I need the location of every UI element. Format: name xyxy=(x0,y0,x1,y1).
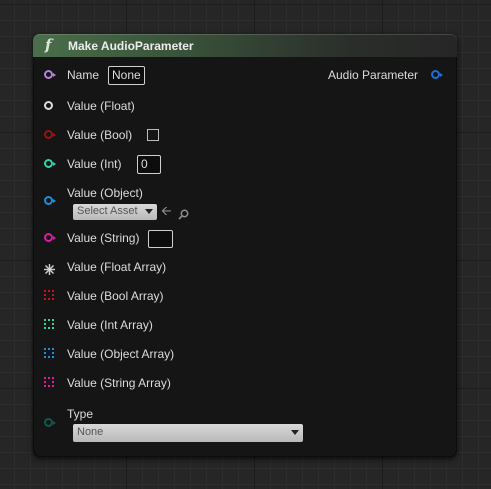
value-int-field[interactable]: 0 xyxy=(137,155,161,174)
value-bool-label: Value (Bool) xyxy=(67,128,133,142)
select-asset-dropdown[interactable]: Select Asset xyxy=(73,204,157,220)
value-int-pin[interactable] xyxy=(44,159,56,168)
audio-parameter-output-pin[interactable] xyxy=(431,70,443,79)
function-icon: f xyxy=(45,36,52,54)
value-float-label: Value (Float) xyxy=(67,99,135,113)
value-object-pin[interactable] xyxy=(44,196,56,205)
type-dropdown[interactable]: None xyxy=(73,424,303,442)
value-object-label: Value (Object) xyxy=(67,186,143,200)
select-asset-label: Select Asset xyxy=(77,205,138,217)
chevron-down-icon xyxy=(291,430,299,435)
search-icon[interactable] xyxy=(178,205,189,220)
value-float-array-label: Value (Float Array) xyxy=(67,260,167,274)
string-array-pin-icon[interactable] xyxy=(44,377,54,387)
bool-array-pin-icon[interactable] xyxy=(44,290,54,300)
arrow-left-icon[interactable]: 🡨 xyxy=(161,202,172,224)
value-bool-array-label: Value (Bool Array) xyxy=(67,289,164,303)
value-string-field[interactable] xyxy=(148,230,173,248)
value-bool-checkbox[interactable] xyxy=(147,129,159,141)
make-audioparameter-node[interactable]: f Make AudioParameter Name None Audio Pa… xyxy=(33,34,457,457)
type-label: Type xyxy=(67,407,94,421)
chevron-down-icon xyxy=(145,209,153,214)
name-field[interactable]: None xyxy=(108,66,145,85)
value-object-array-label: Value (Object Array) xyxy=(67,347,175,361)
value-float-pin[interactable] xyxy=(44,101,53,110)
node-header[interactable]: f Make AudioParameter xyxy=(33,34,457,57)
int-array-pin-icon[interactable] xyxy=(44,319,54,329)
value-string-label: Value (String) xyxy=(67,231,140,245)
float-array-pin-icon[interactable] xyxy=(44,260,55,275)
value-int-label: Value (Int) xyxy=(67,157,122,171)
node-title: Make AudioParameter xyxy=(68,39,194,53)
type-pin[interactable] xyxy=(44,418,56,427)
audio-parameter-output-label: Audio Parameter xyxy=(328,68,419,82)
name-pin[interactable] xyxy=(44,70,56,79)
value-string-pin[interactable] xyxy=(44,233,56,242)
value-bool-pin[interactable] xyxy=(44,130,56,139)
name-label: Name xyxy=(67,68,100,82)
type-dropdown-value: None xyxy=(77,426,104,438)
value-int-array-label: Value (Int Array) xyxy=(67,318,153,332)
object-array-pin-icon[interactable] xyxy=(44,348,54,358)
value-string-array-label: Value (String Array) xyxy=(67,376,171,390)
